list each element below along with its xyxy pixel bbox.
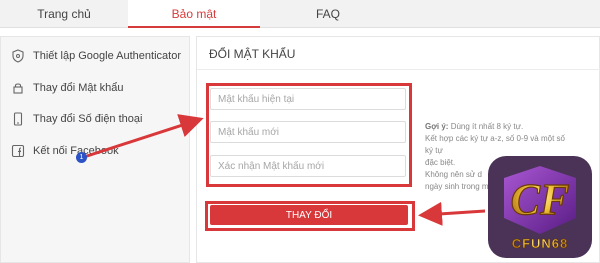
logo-text: CFUN68 bbox=[512, 236, 569, 251]
phone-icon bbox=[11, 112, 25, 126]
new-password-input[interactable] bbox=[210, 121, 406, 143]
lock-icon bbox=[11, 81, 25, 95]
sidebar-item-change-password[interactable]: Thay đổi Mật khẩu bbox=[11, 79, 124, 97]
confirm-password-input[interactable] bbox=[210, 155, 406, 177]
sidebar-item-label: Thay đổi Số điện thoại bbox=[33, 113, 143, 125]
step-badge: 1 bbox=[76, 152, 87, 163]
tab-home[interactable]: Trang chủ bbox=[0, 0, 128, 28]
sidebar-item-connect-facebook[interactable]: Kết nối Facebook bbox=[11, 142, 119, 160]
page-title: ĐỔI MẬT KHẨU bbox=[209, 47, 296, 61]
title-divider bbox=[197, 69, 600, 70]
sidebar-item-label: Thiết lập Google Authenticator bbox=[33, 50, 181, 62]
sidebar-item-label: Thay đổi Mật khẩu bbox=[33, 82, 124, 94]
sidebar-item-change-phone[interactable]: Thay đổi Số điện thoại bbox=[11, 110, 142, 128]
top-tab-bar: Trang chủ Bảo mật FAQ bbox=[0, 0, 600, 28]
hint-text: Dùng ít nhất 8 ký tự. bbox=[450, 122, 524, 131]
cfun68-logo: CF CFUN68 bbox=[488, 156, 592, 258]
current-password-input[interactable] bbox=[210, 88, 406, 110]
sidebar-item-google-authenticator[interactable]: Thiết lập Google Authenticator bbox=[11, 47, 181, 65]
tab-security[interactable]: Bảo mật bbox=[128, 0, 260, 28]
tab-faq[interactable]: FAQ bbox=[260, 0, 396, 28]
hint-label: Gợi ý: bbox=[425, 122, 449, 131]
facebook-icon bbox=[11, 144, 25, 158]
logo-mark: CF bbox=[511, 175, 570, 224]
sidebar: Thiết lập Google Authenticator Thay đổi … bbox=[0, 36, 190, 263]
change-password-button[interactable]: THAY ĐỔI bbox=[210, 205, 408, 225]
shield-icon bbox=[11, 49, 25, 63]
